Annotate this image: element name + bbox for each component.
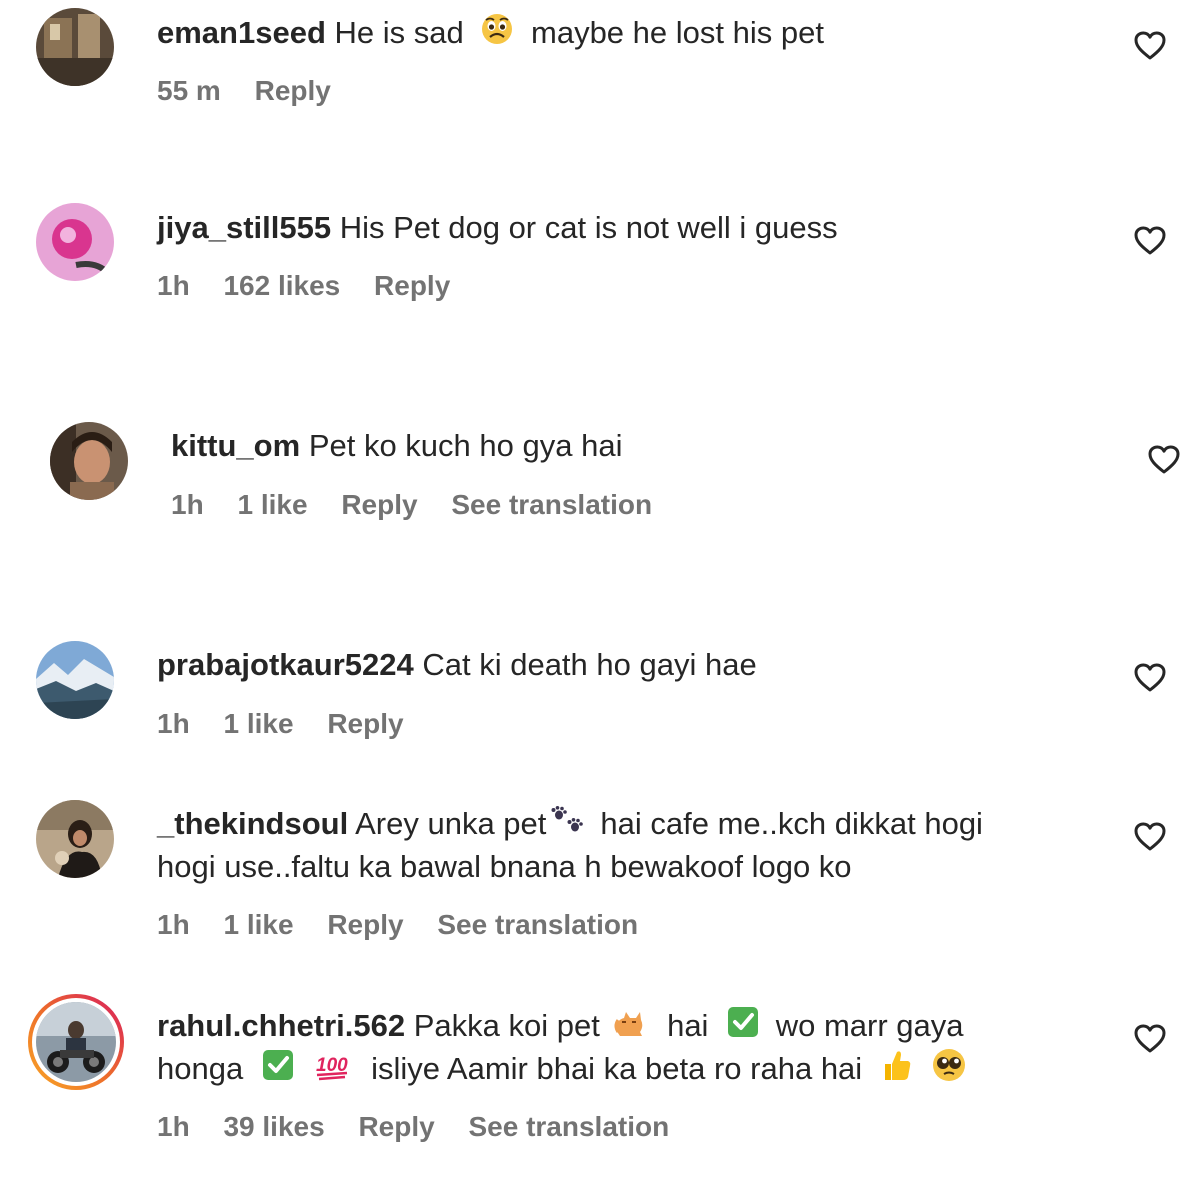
comment-username[interactable]: jiya_still555 — [157, 210, 331, 245]
comment-text: _thekindsoul Arey unka pet hai cafe me..… — [157, 802, 983, 848]
comment-time: 1h — [157, 270, 190, 301]
check-mark-emoji — [262, 1049, 294, 1093]
comment-meta: 1h 1 like Reply — [157, 706, 430, 742]
comment-text-line-2: hogi use..faltu ka bawal bnana h bewakoo… — [157, 845, 852, 889]
story-ring[interactable] — [28, 994, 124, 1090]
check-mark-emoji — [727, 1006, 759, 1050]
like-heart-icon[interactable] — [1133, 662, 1167, 694]
comment-time: 1h — [157, 909, 190, 940]
reply-button[interactable]: Reply — [327, 708, 403, 739]
reply-button[interactable]: Reply — [327, 909, 403, 940]
comment-text: eman1seed He is sad maybe he lost his pe… — [157, 11, 824, 58]
comment-text-line-2: honga 100 isliye Aamir bhai ka beta ro r… — [157, 1047, 967, 1095]
comment-body: honga — [157, 1051, 244, 1087]
comment-body: His Pet dog or cat is not well i guess — [339, 210, 838, 245]
comment-meta: 1h 39 likes Reply See translation — [157, 1109, 695, 1145]
like-heart-icon[interactable] — [1133, 1023, 1167, 1055]
comment-body: wo marr gaya — [775, 1008, 964, 1043]
comment-username[interactable]: eman1seed — [157, 15, 326, 50]
comment-username[interactable]: _thekindsoul — [157, 806, 348, 841]
comment-body: hai cafe me..kch dikkat hogi — [600, 806, 983, 841]
reply-button[interactable]: Reply — [358, 1111, 434, 1142]
like-heart-icon[interactable] — [1133, 821, 1167, 853]
comment-time: 1h — [171, 489, 204, 520]
comment-text: prabajotkaur5224 Cat ki death ho gayi ha… — [157, 643, 757, 687]
pleading-face-emoji — [931, 1047, 967, 1095]
reply-button[interactable]: Reply — [374, 270, 450, 301]
likes-count[interactable]: 1 like — [223, 708, 293, 739]
worried-face-emoji — [480, 12, 514, 58]
comment-text: kittu_om Pet ko kuch ho gya hai — [171, 424, 622, 468]
comment-username[interactable]: prabajotkaur5224 — [157, 647, 414, 682]
likes-count[interactable]: 39 likes — [223, 1111, 324, 1142]
likes-count[interactable]: 162 likes — [223, 270, 340, 301]
comment-text: rahul.chhetri.562 Pakka koi pet hai wo m… — [157, 1004, 964, 1050]
comment-body: Arey unka pet — [355, 806, 547, 841]
likes-count[interactable]: 1 like — [223, 909, 293, 940]
reply-button[interactable]: Reply — [255, 75, 331, 106]
see-translation-button[interactable]: See translation — [468, 1111, 669, 1142]
comment-body: hai — [667, 1008, 709, 1043]
see-translation-button[interactable]: See translation — [437, 909, 638, 940]
avatar[interactable] — [36, 641, 114, 719]
paw-prints-emoji — [550, 804, 586, 848]
comment-time: 1h — [157, 708, 190, 739]
like-heart-icon[interactable] — [1133, 225, 1167, 257]
like-heart-icon[interactable] — [1133, 30, 1167, 62]
cat-emoji — [612, 1006, 646, 1050]
comment-body: isliye Aamir bhai ka beta ro raha hai — [371, 1051, 863, 1087]
avatar[interactable] — [36, 8, 114, 86]
comment-body: Pakka koi pet — [413, 1008, 600, 1043]
comment-body: maybe he lost his pet — [531, 15, 824, 50]
reply-button[interactable]: Reply — [341, 489, 417, 520]
comment-meta: 1h 1 like Reply See translation — [157, 907, 664, 943]
see-translation-button[interactable]: See translation — [451, 489, 652, 520]
comment-username[interactable]: kittu_om — [171, 428, 300, 463]
hundred-points-emoji: 100 — [314, 1049, 350, 1093]
comment-body: Pet ko kuch ho gya hai — [308, 428, 623, 463]
comment-text: jiya_still555 His Pet dog or cat is not … — [157, 206, 838, 250]
comment-body: hogi use..faltu ka bawal bnana h bewakoo… — [157, 849, 852, 884]
thumbs-up-emoji — [881, 1048, 913, 1094]
like-heart-icon[interactable] — [1147, 444, 1181, 476]
comment-meta: 1h 1 like Reply See translation — [171, 487, 678, 523]
avatar[interactable] — [36, 800, 114, 878]
comment-time: 1h — [157, 1111, 190, 1142]
likes-count[interactable]: 1 like — [237, 489, 307, 520]
comment-body: He is sad — [334, 15, 464, 50]
comment-meta: 55 m Reply — [157, 73, 357, 109]
comment-meta: 1h 162 likes Reply — [157, 268, 476, 304]
avatar[interactable] — [50, 422, 128, 500]
avatar[interactable] — [36, 203, 114, 281]
comment-body: Cat ki death ho gayi hae — [422, 647, 757, 682]
comment-time: 55 m — [157, 75, 221, 106]
comment-username[interactable]: rahul.chhetri.562 — [157, 1008, 405, 1043]
avatar[interactable] — [36, 1002, 116, 1082]
